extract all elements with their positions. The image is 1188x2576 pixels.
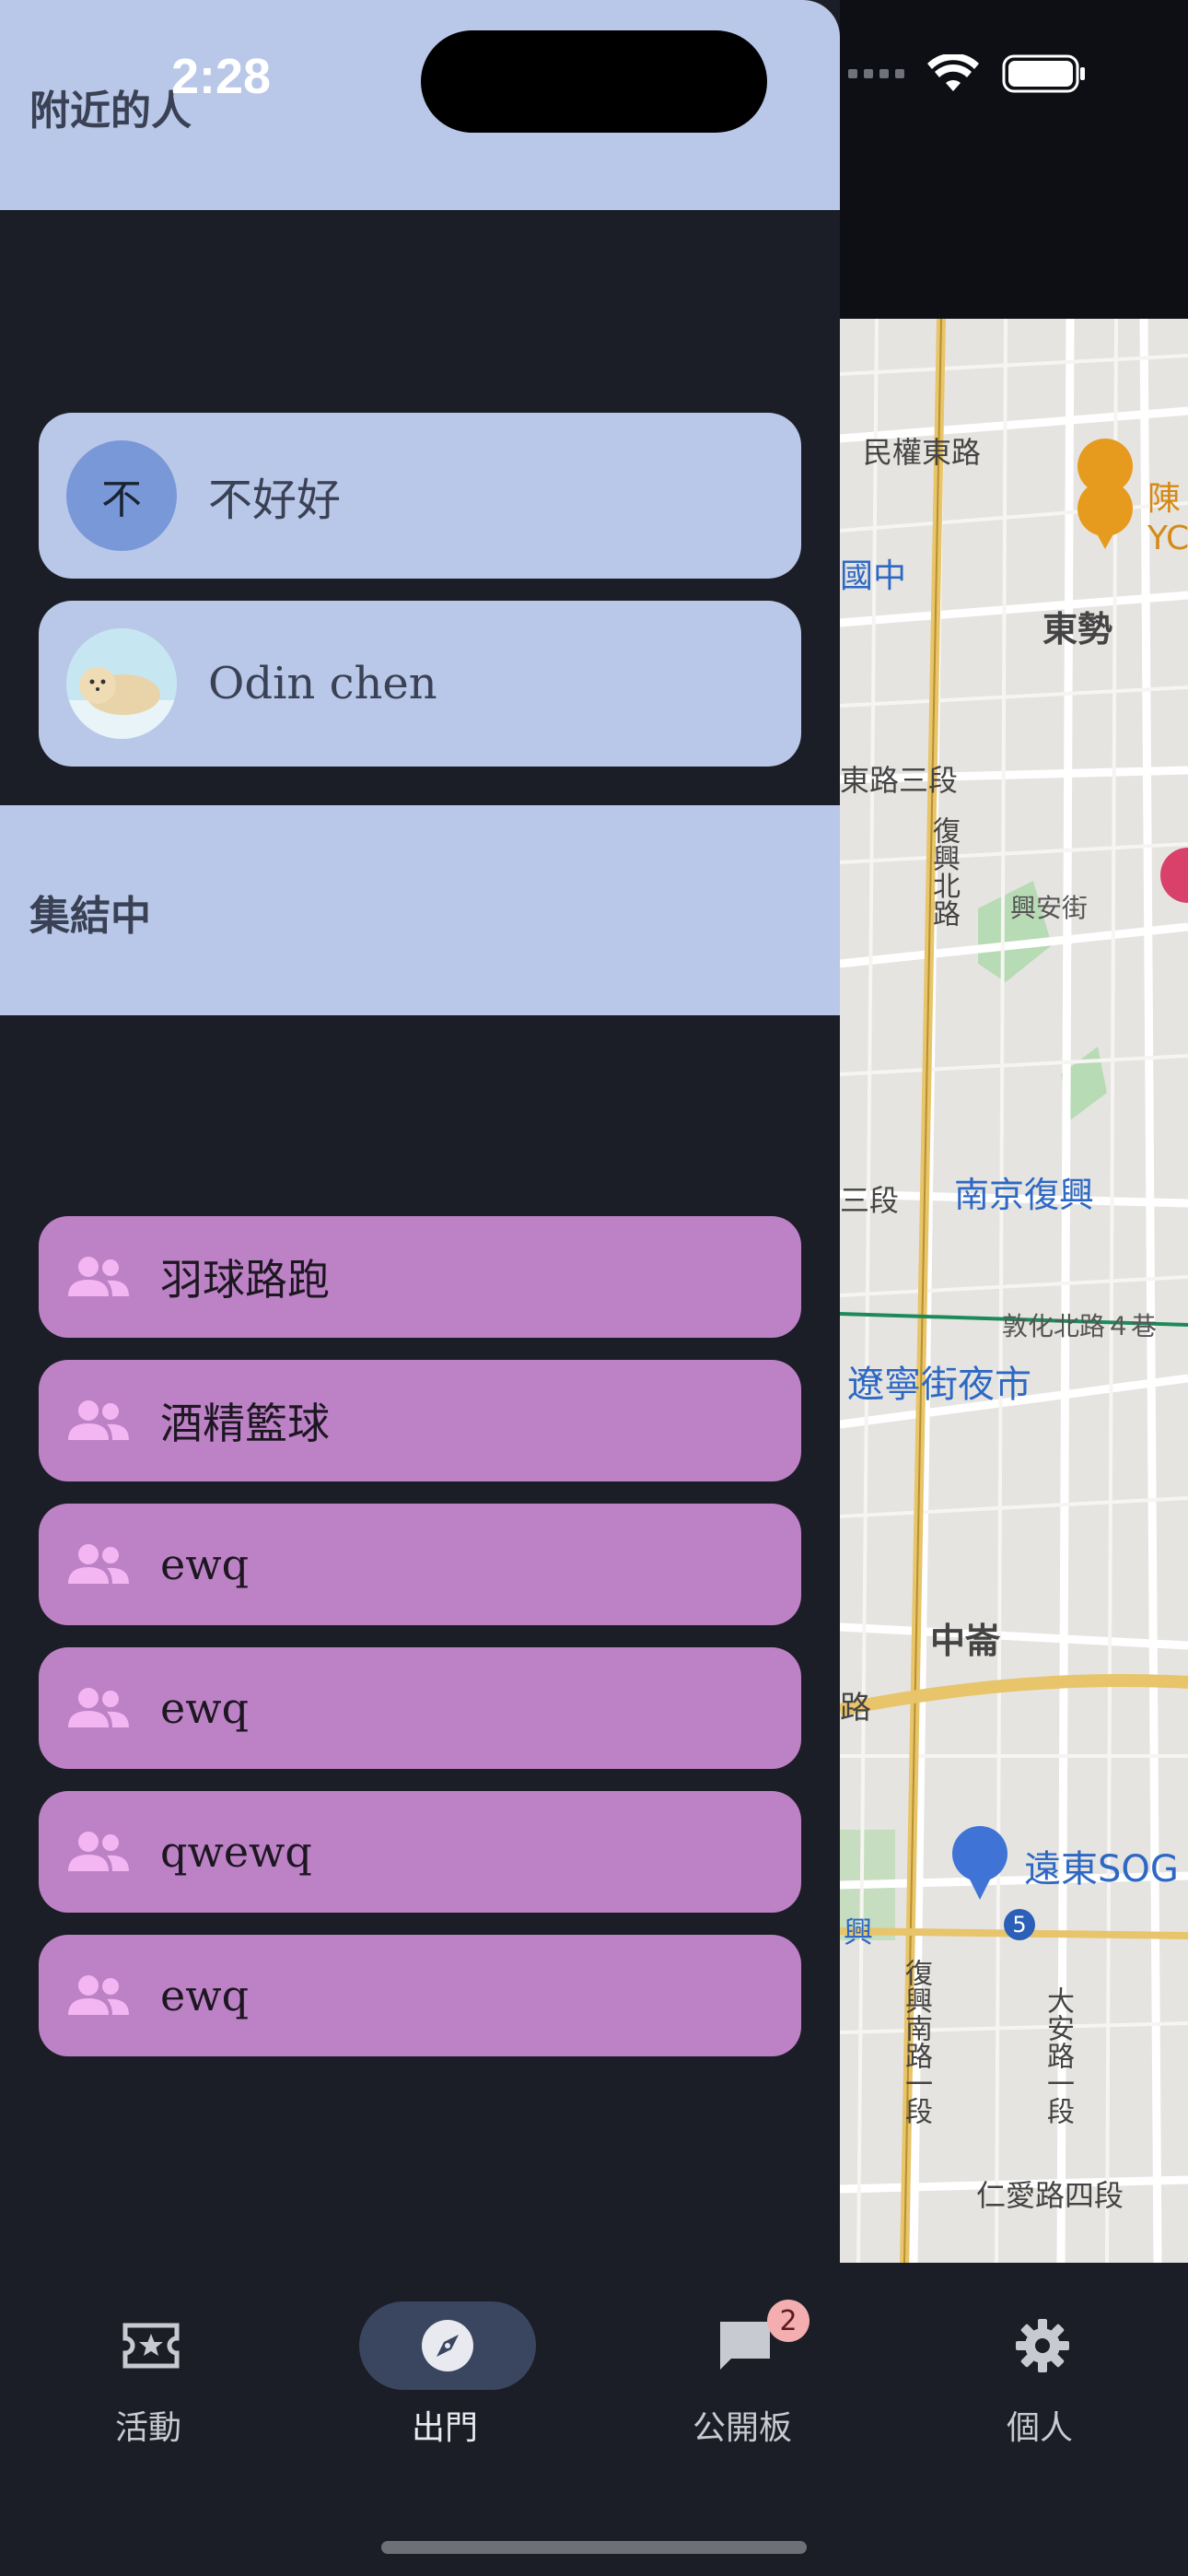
map-label: 中崙 — [930, 1621, 1001, 1661]
nav-item-go-out[interactable]: 出門 — [297, 2263, 593, 2447]
group-card[interactable]: ewq — [39, 1504, 801, 1625]
map-label: 民權東路 — [863, 435, 982, 470]
group-name: 羽球路跑 — [160, 1255, 330, 1305]
group-name: 酒精籃球 — [160, 1399, 330, 1448]
avatar: 不 — [66, 440, 177, 551]
map-label: 陳 — [1147, 480, 1182, 518]
nav-item-public-board[interactable]: 2 公開板 — [594, 2263, 891, 2447]
map-label: YC — [1147, 520, 1188, 557]
group-icon — [68, 1257, 129, 1296]
map-label: 南京復興 — [954, 1175, 1095, 1215]
map-label: 興安街 — [1010, 893, 1089, 923]
group-icon — [68, 1400, 129, 1440]
group-card[interactable]: 羽球路跑 — [39, 1216, 801, 1338]
gathering-title: 集結中 — [29, 893, 151, 940]
group-card[interactable]: ewq — [39, 1647, 801, 1769]
compass-icon — [422, 2320, 473, 2371]
map-label: 遼寧街夜市 — [847, 1364, 1031, 1406]
status-time: 2:28 — [171, 49, 272, 104]
home-indicator — [381, 2541, 807, 2554]
group-icon — [68, 1832, 129, 1871]
group-name: qwewq — [160, 1827, 312, 1877]
map-label: 5 — [1004, 1909, 1035, 1940]
nav-label: 個人 — [1006, 2409, 1073, 2447]
cellular-signal-icon — [848, 69, 904, 78]
group-icon — [68, 1544, 129, 1584]
group-name: ewq — [160, 1540, 250, 1589]
wifi-icon — [927, 54, 979, 91]
dynamic-island — [421, 30, 767, 133]
ticket-star-icon — [122, 2323, 180, 2369]
group-name: ewq — [160, 1971, 250, 2020]
avatar — [66, 628, 177, 739]
map-top-area — [840, 0, 1188, 319]
map-label: 東勢 — [1042, 609, 1113, 650]
group-card[interactable]: qwewq — [39, 1791, 801, 1913]
gathering-header: 集結中 — [0, 805, 840, 1015]
nearby-title: 附近的人 — [29, 88, 192, 135]
chat-bubble-icon — [720, 2322, 770, 2370]
avatar-letter: 不 — [101, 476, 142, 523]
gear-icon — [1016, 2319, 1069, 2372]
group-icon — [68, 1975, 129, 2015]
nav-pill — [63, 2301, 239, 2390]
notification-badge: 2 — [767, 2300, 809, 2342]
nav-label: 出門 — [411, 2409, 478, 2447]
nav-label: 活動 — [114, 2409, 181, 2447]
bottom-nav: 活動 出門 2 公開板 個人 — [0, 2263, 1188, 2576]
group-card[interactable]: ewq — [39, 1935, 801, 2056]
map-label: 大安路一段 — [1042, 1986, 1074, 2125]
map-label: 復興北路 — [927, 816, 960, 927]
person-card[interactable]: 不 不好好 — [39, 413, 801, 579]
status-icons — [848, 53, 1087, 94]
map-view[interactable]: 民權東路 陳 YC 國中 東勢 東路三段 復興北路 興安街 三段 南京復興 敦化… — [840, 319, 1188, 2263]
map-label: 東路三段 — [840, 763, 959, 798]
map-label: 國中 — [840, 557, 907, 595]
nav-label: 公開板 — [692, 2409, 792, 2447]
person-card[interactable]: Odin chen — [39, 601, 801, 767]
nav-pill-active — [359, 2301, 536, 2390]
map-label: 三段 — [840, 1183, 900, 1218]
map-label: 敦化北路４巷 — [1002, 1311, 1158, 1341]
nearby-drawer: 附近的人 不 不好好 Odin chen 集結中 羽球路跑 酒精籃球 ewq e… — [0, 0, 840, 2263]
seal-avatar-icon — [66, 628, 177, 739]
map-label: 興 — [844, 1914, 874, 1950]
map-label: 路 — [840, 1690, 871, 1727]
nav-pill — [954, 2301, 1131, 2390]
person-name: 不好好 — [208, 474, 342, 526]
map-label: 遠東SOG — [1024, 1848, 1179, 1891]
group-icon — [68, 1688, 129, 1727]
battery-icon — [1002, 54, 1085, 93]
person-name: Odin chen — [208, 658, 437, 709]
nav-item-activities[interactable]: 活動 — [0, 2263, 297, 2447]
group-name: ewq — [160, 1683, 250, 1733]
group-card[interactable]: 酒精籃球 — [39, 1360, 801, 1481]
nav-item-profile[interactable]: 個人 — [891, 2263, 1188, 2447]
map-label: 仁愛路四段 — [976, 2178, 1124, 2213]
map-label: 復興南路一段 — [900, 1959, 932, 2125]
